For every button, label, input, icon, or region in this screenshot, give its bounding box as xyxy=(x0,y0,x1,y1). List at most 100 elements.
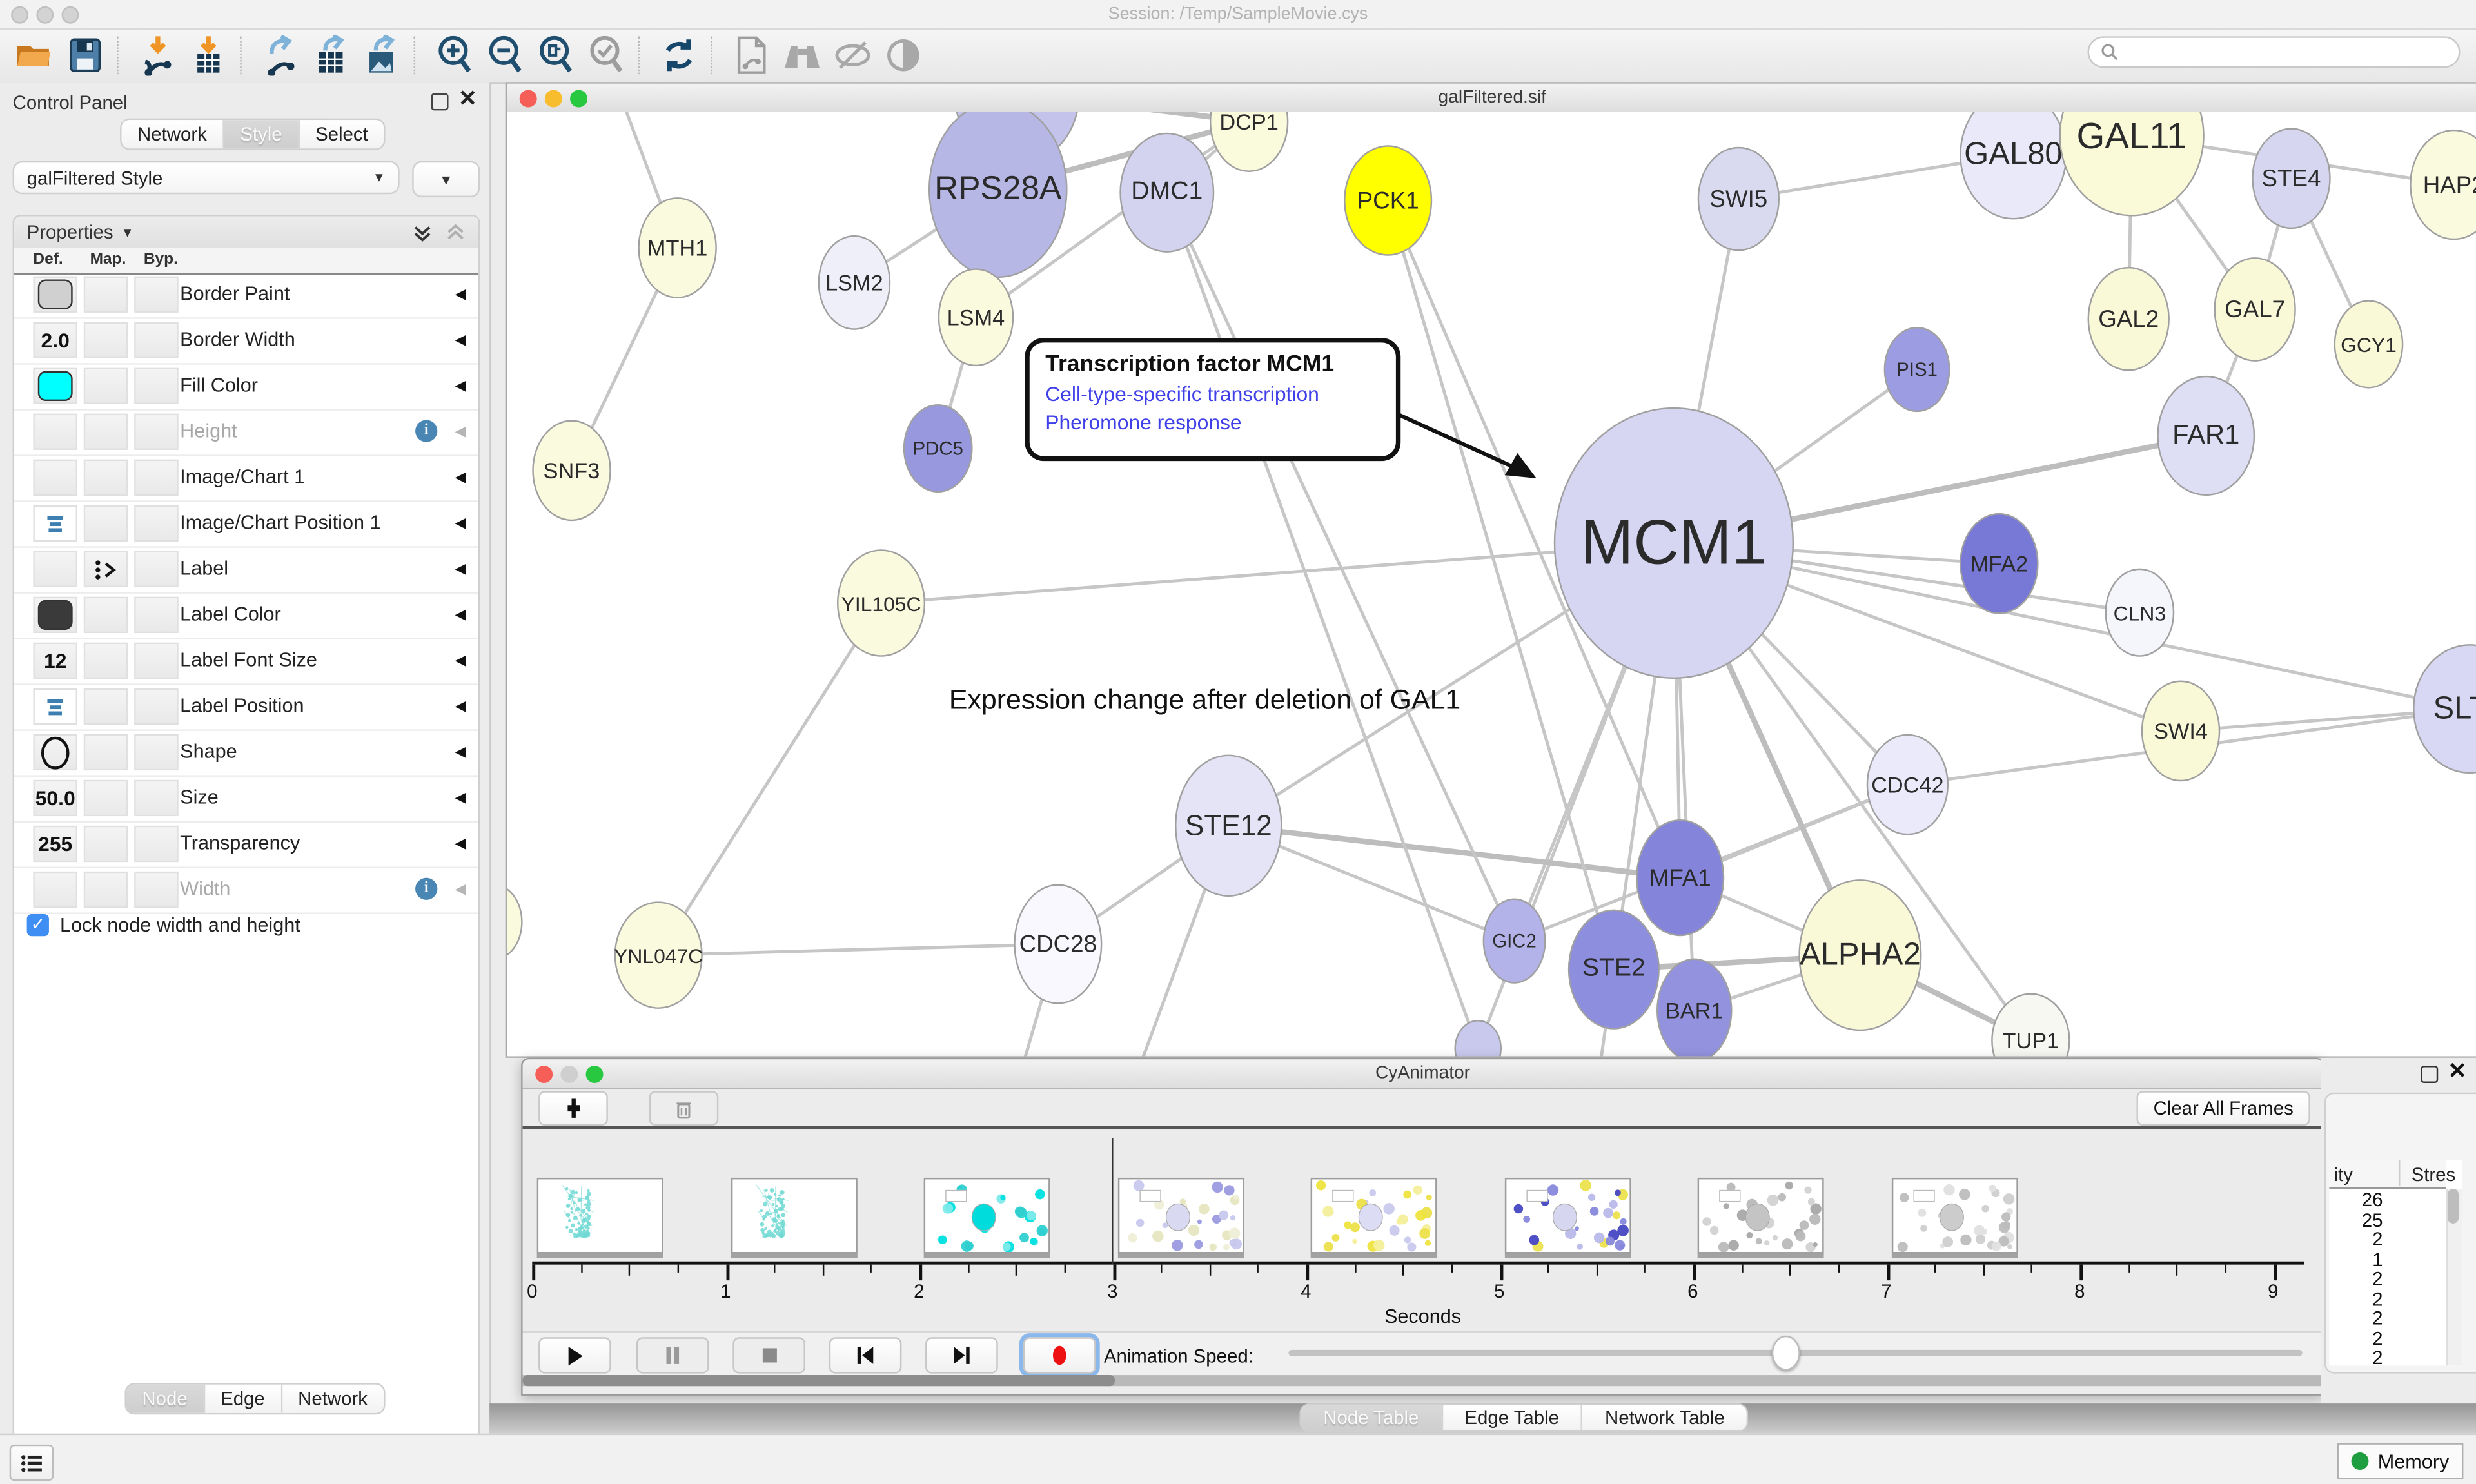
clear-all-frames-button[interactable]: Clear All Frames xyxy=(2136,1091,2310,1126)
style-select[interactable]: galFiltered Style ▼ xyxy=(13,161,400,194)
expand-property-icon[interactable]: ◀ xyxy=(455,881,466,899)
property-row-label-color[interactable]: Label Color◀ xyxy=(14,594,478,639)
property-row-label[interactable]: Label◀ xyxy=(14,548,478,594)
expand-all-icon[interactable] xyxy=(412,222,433,242)
table-row[interactable]: 2 xyxy=(2329,1347,2383,1365)
network-node-alpha2[interactable]: ALPHA2 xyxy=(1798,879,1921,1031)
network-node-mfa1[interactable]: MFA1 xyxy=(1636,819,1724,936)
network-node-sliver[interactable] xyxy=(507,884,522,960)
mapping-cell[interactable] xyxy=(84,277,128,313)
network-node-ynl047c[interactable]: YNL047C xyxy=(614,901,703,1009)
tab-network-table[interactable]: Network Table xyxy=(1583,1405,1747,1430)
expand-property-icon[interactable]: ◀ xyxy=(455,652,466,669)
float-panel-icon[interactable] xyxy=(431,93,449,110)
default-value-cell[interactable]: 12 xyxy=(33,643,77,679)
default-value-cell[interactable] xyxy=(33,597,77,633)
network-node-gcy1[interactable]: GCY1 xyxy=(2334,300,2404,388)
bypass-cell[interactable] xyxy=(134,780,179,816)
network-node-dmc1[interactable]: DMC1 xyxy=(1119,133,1214,253)
network-node-pbot[interactable] xyxy=(1455,1020,1502,1056)
expand-property-icon[interactable]: ◀ xyxy=(455,377,466,395)
network-node-tup1[interactable]: TUP1 xyxy=(1991,993,2070,1056)
mapping-cell[interactable] xyxy=(84,460,128,496)
column-divider[interactable] xyxy=(2399,1160,2400,1186)
network-node-lsm2[interactable]: LSM2 xyxy=(818,235,891,330)
property-row-image-chart-1[interactable]: Image/Chart 1◀ xyxy=(14,456,478,502)
default-value-cell[interactable] xyxy=(33,277,77,313)
open-folder-button[interactable] xyxy=(13,35,57,76)
tab-node-table[interactable]: Node Table xyxy=(1301,1405,1442,1430)
bypass-cell[interactable] xyxy=(134,368,179,404)
expand-property-icon[interactable]: ◀ xyxy=(455,698,466,715)
annotation-link-1[interactable]: Cell-type-specific transcription xyxy=(1045,382,1380,406)
network-node-mth1[interactable]: MTH1 xyxy=(638,197,716,298)
table-row[interactable]: 2 xyxy=(2329,1327,2383,1349)
node-table-header[interactable]: ity Stres xyxy=(2329,1160,2446,1189)
expand-property-icon[interactable]: ◀ xyxy=(455,286,466,303)
network-node-swi4[interactable]: SWI4 xyxy=(2141,681,2220,782)
bypass-cell[interactable] xyxy=(134,597,179,633)
timeline-playhead[interactable] xyxy=(1112,1138,1113,1265)
bypass-cell[interactable] xyxy=(134,643,179,679)
network-node-yil105c[interactable]: YIL105C xyxy=(837,549,925,657)
task-history-button[interactable] xyxy=(10,1445,54,1481)
bypass-cell[interactable] xyxy=(134,734,179,770)
table-row[interactable]: 2 xyxy=(2329,1268,2383,1290)
network-node-lsm4[interactable]: LSM4 xyxy=(938,268,1014,366)
zoom-fit-button[interactable] xyxy=(534,35,578,76)
zoom-selected-button[interactable] xyxy=(584,35,629,76)
expand-property-icon[interactable]: ◀ xyxy=(455,331,466,349)
record-button[interactable] xyxy=(1023,1337,1096,1373)
frame-thumbnail-6[interactable] xyxy=(1698,1178,1824,1254)
zoom-in-button[interactable] xyxy=(433,35,477,76)
info-icon[interactable]: i xyxy=(415,878,437,900)
tab-network[interactable]: Network xyxy=(282,1385,384,1413)
export-table-button[interactable] xyxy=(310,35,354,76)
frame-thumbnail-3[interactable] xyxy=(1117,1178,1244,1254)
table-row[interactable]: 2 xyxy=(2329,1307,2383,1329)
mapping-cell[interactable] xyxy=(84,688,128,725)
network-node-snf3[interactable]: SNF3 xyxy=(532,420,611,521)
network-node-pis1[interactable]: PIS1 xyxy=(1884,327,1950,412)
lock-node-size-checkbox[interactable]: ✓ xyxy=(27,914,49,936)
network-node-gal7[interactable]: GAL7 xyxy=(2214,257,2295,362)
expand-property-icon[interactable]: ◀ xyxy=(455,469,466,486)
tab-node[interactable]: Node xyxy=(126,1385,205,1413)
close-panel-icon[interactable]: ✕ xyxy=(2448,1058,2467,1085)
mapping-cell[interactable] xyxy=(84,597,128,633)
skip-end-button[interactable] xyxy=(925,1337,998,1373)
network-node-ste2[interactable]: STE2 xyxy=(1568,910,1660,1030)
import-network-button[interactable] xyxy=(136,35,181,76)
default-value-cell[interactable] xyxy=(33,368,77,404)
contrast-button[interactable] xyxy=(881,35,926,76)
property-row-border-paint[interactable]: Border Paint◀ xyxy=(14,273,478,319)
search-input[interactable] xyxy=(2088,36,2461,68)
network-node-cdc28[interactable]: CDC28 xyxy=(1014,884,1102,1004)
network-node-slt2[interactable]: SLT2 xyxy=(2413,644,2476,774)
property-row-transparency[interactable]: 255Transparency◀ xyxy=(14,823,478,868)
expand-property-icon[interactable]: ◀ xyxy=(455,423,466,440)
tab-select[interactable]: Select xyxy=(300,120,384,148)
default-value-cell[interactable]: 50.0 xyxy=(33,780,77,816)
network-node-gal80[interactable]: GAL80 xyxy=(1960,112,2067,220)
zoom-out-button[interactable] xyxy=(483,35,527,76)
network-node-ste4[interactable]: STE4 xyxy=(2252,128,2330,229)
style-options-button[interactable]: ▼ xyxy=(412,161,480,197)
table-scrollbar-thumb[interactable] xyxy=(2448,1189,2459,1224)
session-doc-button[interactable] xyxy=(729,35,774,76)
network-node-cln3[interactable]: CLN3 xyxy=(2105,569,2174,657)
tab-style[interactable]: Style xyxy=(224,120,300,148)
save-floppy-button[interactable] xyxy=(63,35,108,76)
capture-frame-button[interactable] xyxy=(538,1091,608,1126)
bypass-cell[interactable] xyxy=(134,826,179,862)
table-row[interactable]: 1 xyxy=(2329,1248,2383,1270)
property-row-label-font-size[interactable]: 12Label Font Size◀ xyxy=(14,639,478,685)
animation-speed-knob[interactable] xyxy=(1772,1336,1800,1371)
bypass-cell[interactable] xyxy=(134,322,179,358)
bypass-cell[interactable] xyxy=(134,414,179,450)
close-panel-icon[interactable]: ✕ xyxy=(458,85,477,112)
property-row-image-chart-position-1[interactable]: Image/Chart Position 1◀ xyxy=(14,502,478,548)
default-value-cell[interactable] xyxy=(33,688,77,725)
frame-thumbnail-1[interactable] xyxy=(731,1178,857,1254)
default-value-cell[interactable]: 255 xyxy=(33,826,77,862)
